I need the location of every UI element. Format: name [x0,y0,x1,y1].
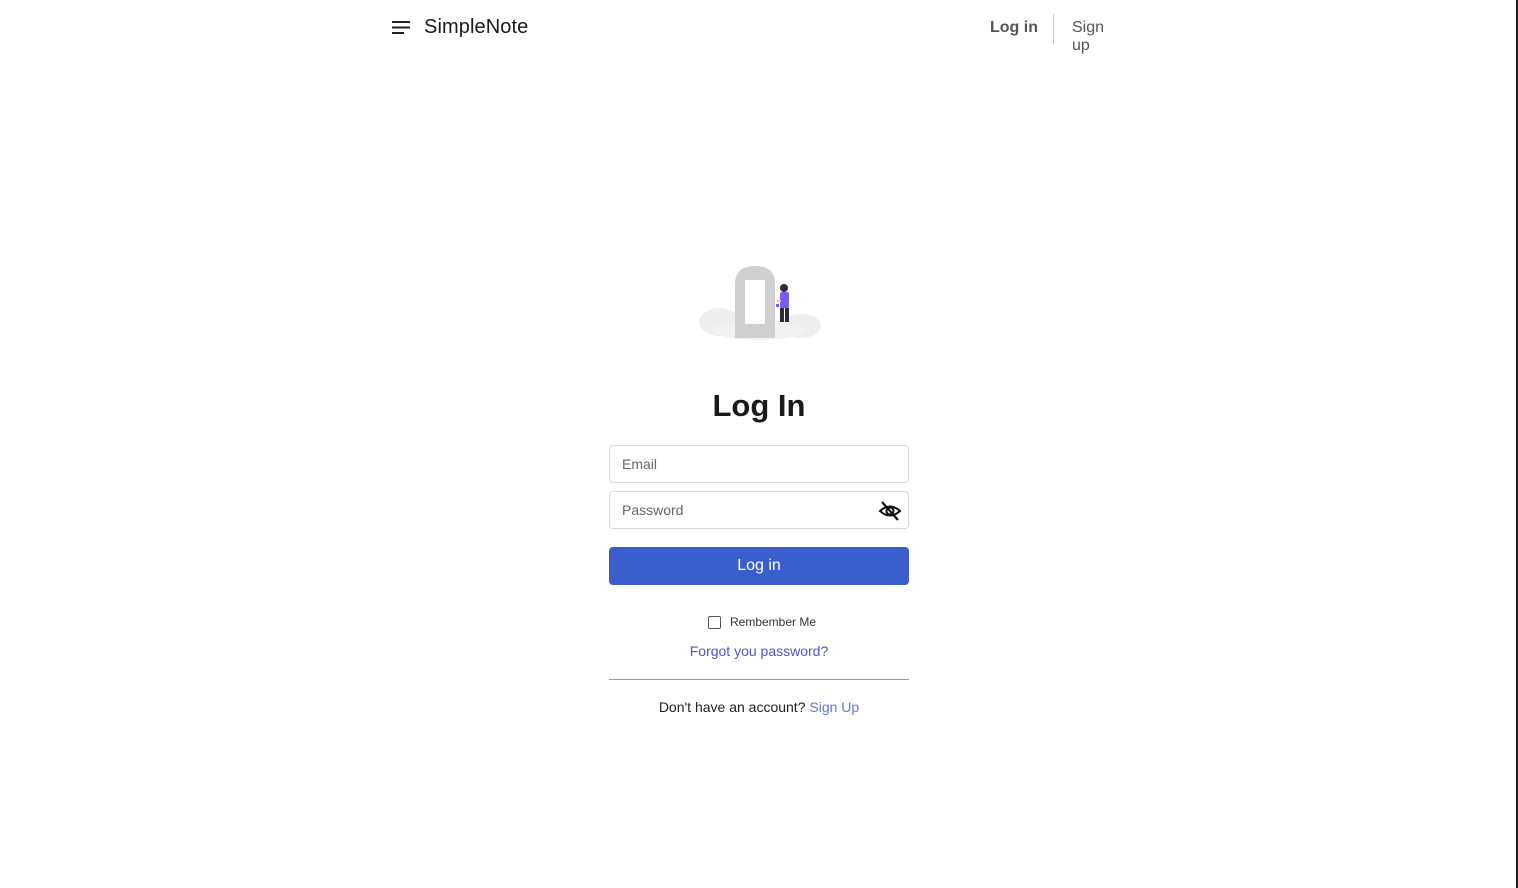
eye-off-icon[interactable] [878,499,902,523]
divider [609,679,909,680]
email-field-wrapper [609,445,909,483]
password-input[interactable] [610,492,908,528]
top-navbar: SimpleNote Log in Sign up [390,0,1126,56]
remember-me-label[interactable]: Rembember Me [730,615,816,629]
no-account-text: Don't have an account? [658,699,806,715]
email-input[interactable] [610,446,908,482]
login-button[interactable]: Log in [609,547,909,585]
nav-signup-link[interactable]: Sign up [1072,19,1126,55]
password-field-wrapper [609,491,909,529]
brand-name[interactable]: SimpleNote [424,16,528,39]
login-illustration [697,262,823,342]
page-title: Log In [712,388,806,423]
remember-me: Rembember Me [708,614,816,630]
signup-link[interactable]: Sign Up [809,699,859,715]
forgot-password-link[interactable]: Forgot you password? [609,643,909,659]
remember-me-checkbox[interactable] [708,615,721,629]
menu-icon[interactable] [390,19,412,37]
nav-divider [1053,14,1054,44]
signup-prompt: Don't have an account? Sign Up [609,699,909,715]
login-page: SimpleNote Log in Sign up Log In Email L… [0,0,1518,888]
nav-login-link[interactable]: Log in [990,19,1038,37]
